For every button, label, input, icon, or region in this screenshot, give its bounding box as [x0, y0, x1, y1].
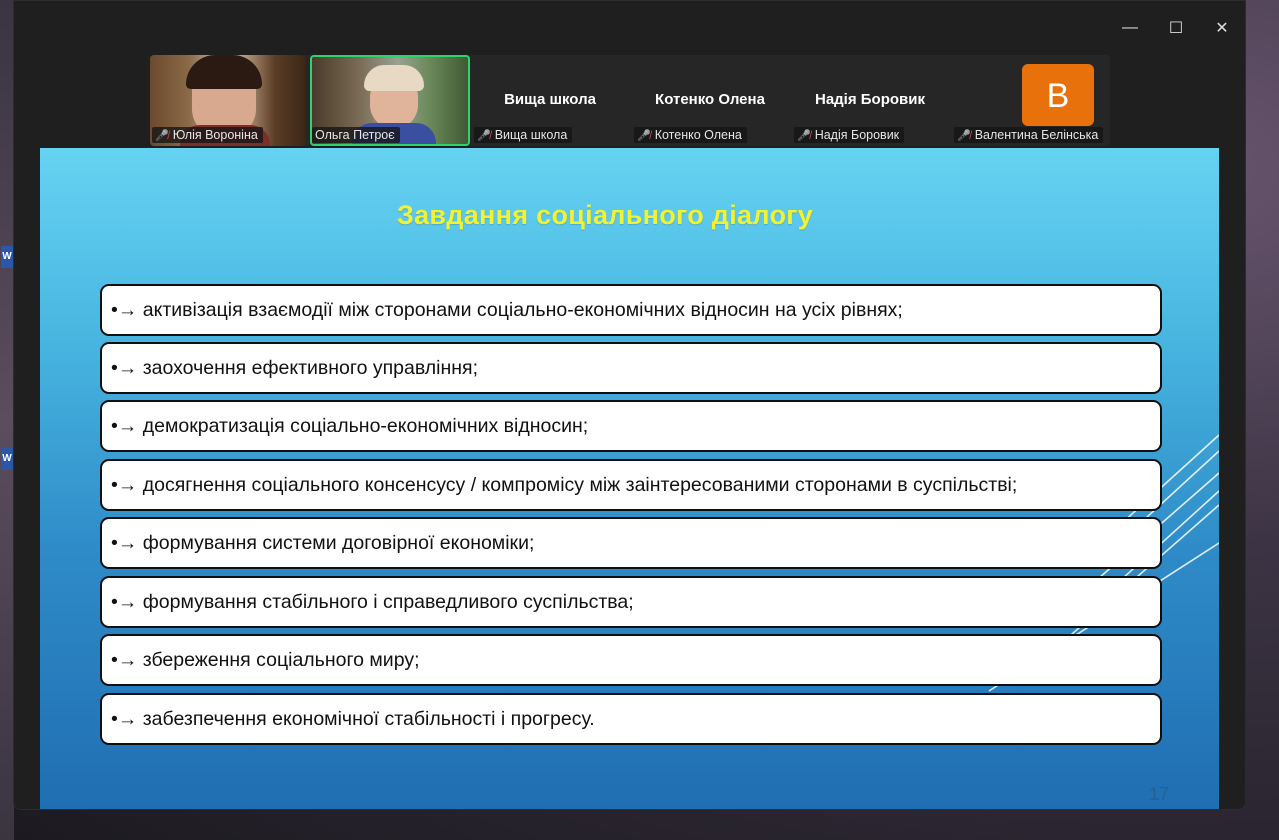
participant-display-name: Надія Боровик — [814, 91, 925, 108]
participant-tile[interactable]: 🎤̸ Юлія Вороніна — [150, 55, 306, 146]
participant-name: Валентина Белінська — [974, 128, 1099, 142]
close-button[interactable]: ✕ — [1199, 8, 1245, 48]
muted-mic-icon: 🎤̸ — [155, 129, 169, 142]
word-document-icon[interactable]: W — [1, 448, 13, 470]
participant-tile[interactable]: Надія Боровик 🎤̸ Надія Боровик — [792, 55, 948, 146]
slide-list-item: •→ заохочення ефективного управління; — [100, 342, 1162, 394]
participant-avatar: В — [1022, 64, 1094, 126]
minimize-button[interactable]: — — [1107, 8, 1153, 48]
participant-tile[interactable]: Вища школа 🎤̸ Вища школа — [472, 55, 628, 146]
muted-mic-icon: 🎤̸ — [637, 129, 651, 142]
meeting-window: — ☐ ✕ 🎤̸ Юлія Вороніна Ольга Петроє Вища… — [13, 0, 1246, 810]
participant-name-tag: 🎤̸ Надія Боровик — [794, 127, 905, 143]
participant-name: Вища школа — [494, 128, 568, 142]
participant-name-tag: Ольга Петроє — [312, 127, 400, 143]
participant-display-name: Вища школа — [504, 91, 596, 108]
participant-tile-active-speaker[interactable]: Ольга Петроє — [310, 55, 470, 146]
muted-mic-icon: 🎤̸ — [957, 129, 971, 142]
participant-name: Ольга Петроє — [315, 128, 395, 142]
participant-name-tag: 🎤̸ Котенко Олена — [634, 127, 747, 143]
participant-display-name: Котенко Олена — [655, 91, 765, 108]
participant-name: Котенко Олена — [654, 128, 742, 142]
window-controls: — ☐ ✕ — [1107, 1, 1245, 55]
participant-name-tag: 🎤̸ Валентина Белінська — [954, 127, 1104, 143]
maximize-button[interactable]: ☐ — [1153, 8, 1199, 48]
slide-list-item: •→ демократизація соціально-економічних … — [100, 400, 1162, 452]
participant-name: Надія Боровик — [814, 128, 900, 142]
participant-name-tag: 🎤̸ Вища школа — [474, 127, 573, 143]
slide-list-item: •→ досягнення соціального консенсусу / к… — [100, 459, 1162, 511]
participant-name-tag: 🎤̸ Юлія Вороніна — [152, 127, 263, 143]
participant-tile[interactable]: Котенко Олена 🎤̸ Котенко Олена — [632, 55, 788, 146]
muted-mic-icon: 🎤̸ — [477, 129, 491, 142]
participant-strip: 🎤̸ Юлія Вороніна Ольга Петроє Вища школа… — [150, 55, 1110, 146]
participant-tile[interactable]: В 🎤̸ Валентина Белінська — [952, 55, 1110, 146]
word-document-icon[interactable]: W — [1, 246, 13, 268]
slide-list-item: •→ активізація взаємодії між сторонами с… — [100, 284, 1162, 336]
slide-list-item: •→ формування системи договірної економі… — [100, 517, 1162, 569]
desktop-background: W W — [0, 0, 14, 840]
slide-list-item: •→ формування стабільного і справедливог… — [100, 576, 1162, 628]
muted-mic-icon: 🎤̸ — [797, 129, 811, 142]
participant-name: Юлія Вороніна — [172, 128, 258, 142]
slide-list-item: •→ збереження соціального миру; — [100, 634, 1162, 686]
slide-list-item: •→ забезпечення економічної стабільності… — [100, 693, 1162, 745]
slide-title: Завдання соціального діалогу — [396, 200, 814, 230]
shared-screen-slide: Завдання соціального діалогу •→ активіза… — [40, 148, 1219, 809]
slide-page-number: 17 — [1148, 784, 1169, 804]
